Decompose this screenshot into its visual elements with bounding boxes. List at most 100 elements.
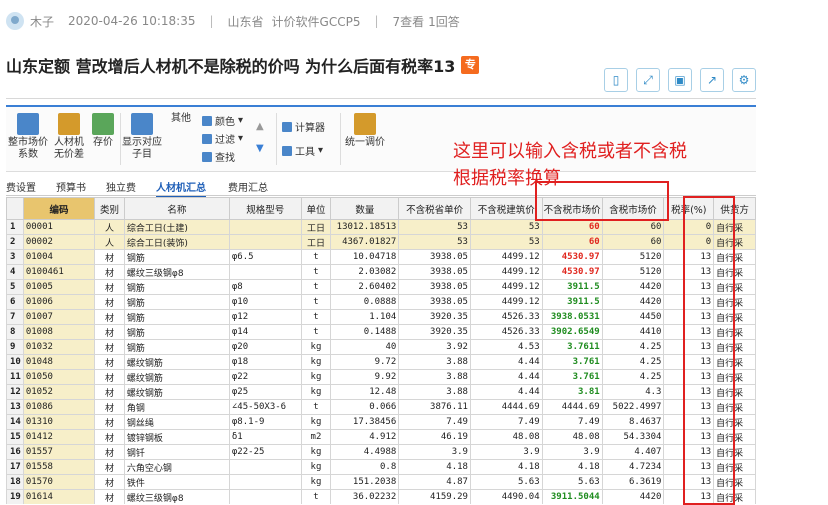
table-cell[interactable]: 7.49 (469, 414, 543, 430)
table-cell[interactable]: 60 (601, 234, 665, 250)
table-cell[interactable]: φ6.5 (228, 249, 302, 265)
table-cell[interactable]: 4.18 (469, 459, 543, 475)
table-cell[interactable]: φ22-25 (228, 444, 302, 460)
table-cell[interactable] (228, 459, 302, 475)
table-cell[interactable] (228, 219, 302, 235)
tab-cost-summary[interactable]: 费用汇总 (228, 179, 268, 194)
table-cell[interactable]: 4.912 (330, 429, 400, 445)
table-cell[interactable]: 4490.04 (469, 489, 543, 504)
table-cell[interactable]: 4.44 (469, 384, 543, 400)
table-cell[interactable]: 48.08 (541, 429, 603, 445)
table-cell[interactable]: 钢筋 (123, 294, 230, 310)
table-cell[interactable]: 螺纹钢筋 (123, 369, 230, 385)
table-cell[interactable]: 六角空心钢 (123, 459, 230, 475)
table-cell[interactable]: 4.44 (469, 369, 543, 385)
table-row[interactable]: 13 01086 材角钢 ∠45-50X3-6 t 0.066 3876.11 4444.69… (6, 399, 756, 415)
fullscreen-icon[interactable]: ⤢ (636, 68, 660, 92)
table-cell[interactable]: 46.19 (398, 429, 471, 445)
table-cell[interactable]: 钢筋 (123, 324, 230, 340)
table-cell[interactable]: 0.8 (330, 459, 400, 475)
column-header[interactable] (6, 197, 24, 220)
table-cell[interactable]: 01086 (22, 399, 96, 415)
table-cell[interactable]: 01032 (22, 339, 96, 355)
table-cell[interactable]: kg (300, 444, 332, 460)
table-cell[interactable]: 钢筋 (123, 249, 230, 265)
table-cell[interactable]: t (300, 399, 332, 415)
table-cell[interactable]: φ12 (228, 309, 302, 325)
table-cell[interactable]: 5120 (601, 264, 665, 280)
table-cell[interactable]: 4444.69 (469, 399, 543, 415)
table-cell[interactable]: t (300, 249, 332, 265)
table-cell[interactable]: 材 (94, 324, 125, 340)
table-cell[interactable]: t (300, 309, 332, 325)
table-cell[interactable]: 3.7611 (541, 339, 603, 355)
table-cell[interactable]: 53 (469, 234, 543, 250)
table-cell[interactable]: 3938.05 (398, 264, 471, 280)
table-cell[interactable]: 材 (94, 369, 125, 385)
table-cell[interactable]: 4499.12 (469, 294, 543, 310)
table-row[interactable]: 15 01412 材镀锌钢板 δ1 m2 4.912 46.19 48.08 48.08 54.3… (6, 429, 756, 445)
table-cell[interactable]: φ8 (228, 279, 302, 295)
table-row[interactable]: 5 01005 材钢筋 φ8 t 2.60402 3938.05 4499.12 3911.5 4… (6, 279, 756, 295)
table-cell[interactable]: 01008 (22, 324, 96, 340)
table-cell[interactable]: kg (300, 384, 332, 400)
table-cell[interactable]: 3902.6549 (541, 324, 603, 340)
table-cell[interactable]: 钢钎 (123, 444, 230, 460)
table-row[interactable]: 8 01008 材钢筋 φ14 t 0.1488 3920.35 4526.33 3902.65… (6, 324, 756, 340)
share-icon[interactable]: ↗ (700, 68, 724, 92)
table-cell[interactable]: 螺纹钢筋 (123, 384, 230, 400)
tab-independent-fee[interactable]: 独立费 (106, 179, 136, 194)
table-cell[interactable]: 53 (398, 234, 471, 250)
table-cell[interactable]: 151.2038 (330, 474, 400, 490)
table-cell[interactable]: 螺纹钢筋 (123, 354, 230, 370)
color-button[interactable]: 颜色 ▾ (202, 113, 243, 128)
filter-button[interactable]: 过滤 ▾ (202, 131, 243, 146)
table-cell[interactable]: 人 (94, 219, 125, 235)
show-items-button[interactable]: 显示对应 子目 (122, 113, 162, 161)
table-cell[interactable]: 01005 (22, 279, 96, 295)
tab-budget[interactable]: 预算书 (56, 179, 86, 194)
table-cell[interactable]: 材 (94, 429, 125, 445)
table-cell[interactable]: 2.60402 (330, 279, 400, 295)
table-cell[interactable]: 工日 (300, 234, 332, 250)
table-cell[interactable]: ∠45-50X3-6 (228, 399, 302, 415)
column-header[interactable]: 编码 (22, 197, 96, 220)
table-cell[interactable]: 8.4637 (601, 414, 665, 430)
table-cell[interactable]: 铁件 (123, 474, 230, 490)
table-cell[interactable]: t (300, 489, 332, 504)
unified-price-button[interactable]: 统一调价 (344, 113, 386, 149)
table-cell[interactable]: 4450 (601, 309, 665, 325)
table-cell[interactable]: 01614 (22, 489, 96, 504)
table-row[interactable]: 18 01570 材铁件 kg 151.2038 4.87 5.63 5.63 6.3619 13… (6, 474, 756, 490)
table-cell[interactable]: φ22 (228, 369, 302, 385)
table-cell[interactable]: 53 (398, 219, 471, 235)
table-cell[interactable]: 01557 (22, 444, 96, 460)
table-cell[interactable]: 7.49 (541, 414, 603, 430)
post-software[interactable]: 计价软件GCCP5 (272, 13, 361, 30)
table-cell[interactable]: 13012.18513 (330, 219, 400, 235)
table-row[interactable]: 19 01614 材螺纹三级钢φ8 t 36.02232 4159.29 4490.04 39… (6, 489, 756, 504)
table-row[interactable]: 16 01557 材钢钎 φ22-25 kg 4.4988 3.9 3.9 3.9 4.407 13… (6, 444, 756, 460)
table-cell[interactable]: 40 (330, 339, 400, 355)
table-row[interactable]: 14 01310 材钢丝绳 φ8.1-9 kg 17.38456 7.49 7.49 7.49 8… (6, 414, 756, 430)
table-cell[interactable]: 钢丝绳 (123, 414, 230, 430)
table-cell[interactable]: 17.38456 (330, 414, 400, 430)
table-cell[interactable]: t (300, 264, 332, 280)
table-cell[interactable]: 4.25 (601, 339, 665, 355)
table-cell[interactable]: 钢筋 (123, 309, 230, 325)
table-cell[interactable]: φ10 (228, 294, 302, 310)
table-cell[interactable]: kg (300, 339, 332, 355)
table-cell[interactable]: 3.88 (398, 384, 471, 400)
table-cell[interactable]: 6.3619 (601, 474, 665, 490)
table-cell[interactable]: 36.02232 (330, 489, 400, 504)
table-cell[interactable]: 48.08 (469, 429, 543, 445)
table-cell[interactable]: 3938.05 (398, 294, 471, 310)
table-cell[interactable]: 材 (94, 309, 125, 325)
column-header[interactable]: 规格型号 (228, 197, 302, 220)
table-cell[interactable]: 3920.35 (398, 324, 471, 340)
table-cell[interactable]: 4499.12 (469, 264, 543, 280)
table-cell[interactable]: 01052 (22, 384, 96, 400)
table-row[interactable]: 4 0100461 材螺纹三级钢φ8 t 2.03082 3938.05 4499.12 45… (6, 264, 756, 280)
table-cell[interactable]: 60 (541, 219, 603, 235)
table-cell[interactable]: 螺纹三级钢φ8 (123, 489, 230, 504)
